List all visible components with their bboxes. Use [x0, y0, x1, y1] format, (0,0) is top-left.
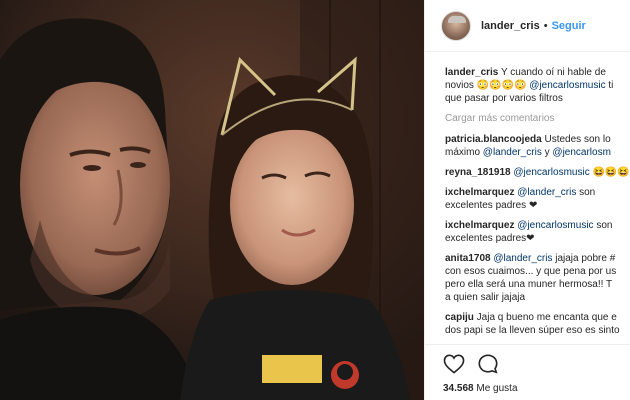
caption-text-2a: novios 😳😳😳😳 [445, 80, 530, 91]
comment-mention[interactable]: @jencarlosmusic [511, 167, 589, 178]
avatar[interactable] [441, 10, 471, 41]
comment-text: máximo [445, 147, 483, 158]
likes-label: Me gusta [473, 383, 518, 394]
comment-username[interactable]: ixchelmarquez [445, 220, 514, 231]
comment-text: con esos cuaimos... y que pena por us [445, 266, 617, 277]
post-actions: 34.568 Me gusta [425, 344, 630, 400]
header-username[interactable]: lander_cris [481, 20, 540, 32]
comment-username[interactable]: patricia.blancoojeda [445, 134, 542, 145]
caption-text-2b: ti [605, 80, 614, 91]
list-item: anita1708 @lander_cris jajaja pobre # co… [445, 252, 630, 304]
list-item: ixchelmarquez @lander_cris son excelente… [445, 186, 630, 212]
comment-username[interactable]: reyna_181918 [445, 167, 511, 178]
action-icons [443, 353, 630, 377]
comment-text: Ustedes son lo [541, 134, 611, 145]
comment-mention[interactable]: @lander_cris [491, 253, 552, 264]
comment-text: son [576, 187, 596, 198]
comment-mention[interactable]: @jencarlosmusic [514, 220, 593, 231]
comment-username[interactable]: ixchelmarquez [445, 187, 514, 198]
comment-username[interactable]: capiju [445, 312, 474, 323]
comments-list: lander_cris Y cuando oí ni hable de novi… [425, 52, 630, 344]
list-item: patricia.blancoojeda Ustedes son lo máxi… [445, 133, 630, 159]
heart-icon[interactable] [443, 354, 465, 377]
likes-number: 34.568 [443, 383, 474, 394]
comment-mention[interactable]: @lander_cris [514, 187, 576, 198]
comment-text: dos papi se la lleven súper eso es sinto [445, 325, 620, 336]
likes-count[interactable]: 34.568 Me gusta [443, 383, 630, 394]
list-item: ixchelmarquez @jencarlosmusic son excele… [445, 219, 630, 245]
comment-text: 😆😆😆 [589, 167, 630, 178]
list-item: reyna_181918 @jencarlosmusic 😆😆😆 [445, 166, 630, 179]
caption-text-3: que pasar por varios filtros [445, 93, 563, 104]
comment-text: a quien salir jajaja [445, 292, 526, 303]
post-header: lander_cris • Seguir [425, 0, 630, 52]
load-more-comments-link[interactable]: Cargar más comentarios [445, 113, 630, 124]
comment-text: y [541, 147, 553, 158]
comment-text: excelentes padres❤ [445, 233, 535, 244]
caption-username[interactable]: lander_cris [445, 67, 498, 78]
comment-text: pero ella será una muner hermosa!! T [445, 279, 613, 290]
comment-mention[interactable]: @jencarlosm [552, 147, 611, 158]
list-item: capiju Jaja q bueno me encanta que e dos… [445, 311, 630, 337]
comment-mention[interactable]: @lander_cris [483, 147, 542, 158]
comment-username[interactable]: anita1708 [445, 253, 491, 264]
comment-text: Jaja q bueno me encanta que e [473, 312, 617, 323]
follow-button[interactable]: Seguir [552, 20, 586, 32]
post-side-panel: lander_cris • Seguir lander_cris Y cuand… [424, 0, 630, 400]
caption: lander_cris Y cuando oí ni hable de novi… [445, 66, 630, 105]
comment-text: son [593, 220, 613, 231]
comment-icon[interactable] [477, 353, 499, 378]
separator-dot: • [543, 19, 548, 32]
photo-illustration [0, 0, 424, 400]
caption-mention[interactable]: @jencarlosmusic [529, 80, 605, 91]
post-photo[interactable] [0, 0, 424, 400]
comment-text: jajaja pobre # [552, 253, 616, 264]
comment-text: excelentes padres ❤ [445, 200, 538, 211]
caption-text-1: Y cuando oí ni hable de [500, 67, 606, 78]
